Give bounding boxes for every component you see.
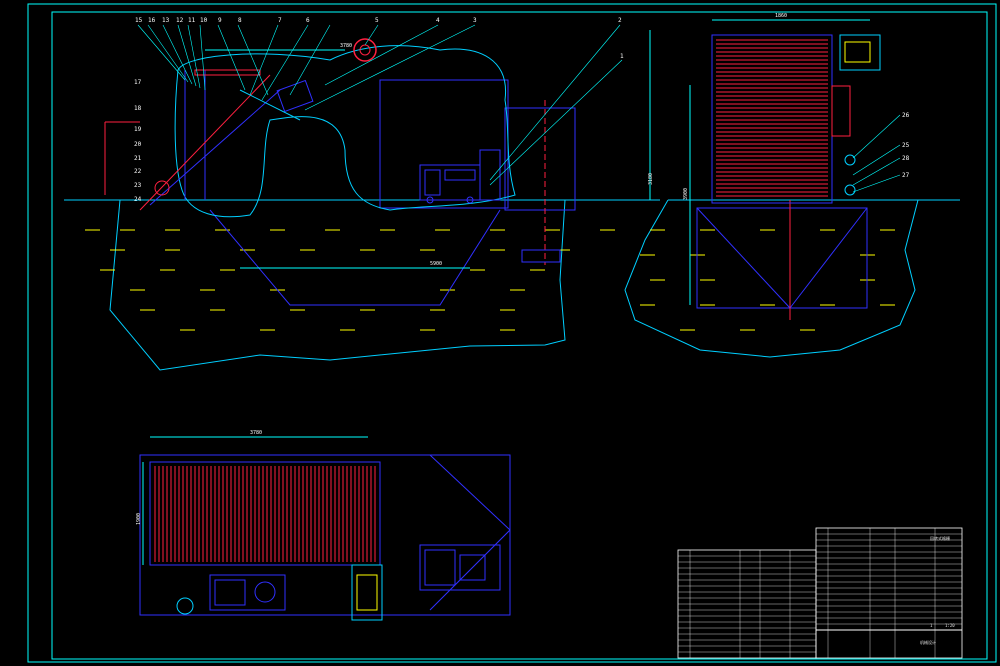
press-arm — [239, 89, 301, 121]
front-elevation-view: 3780 5900 3180 15 16 13 12 11 10 9 8 7 6… — [64, 17, 660, 371]
part-number-9: 9 — [218, 17, 222, 24]
side-elevation-view: 1860 3900 26 25 28 27 — [624, 13, 960, 358]
part-number-7: 7 — [278, 17, 282, 24]
discharge-chute — [276, 79, 314, 113]
part-number-27: 27 — [902, 172, 910, 179]
side-pit — [696, 207, 868, 309]
plan-diag-2 — [429, 529, 511, 611]
compactor-unit — [419, 149, 501, 204]
pit-outline — [209, 209, 501, 306]
part-number-11: 11 — [188, 17, 196, 24]
lower-sprocket — [154, 180, 170, 196]
building-outline — [379, 79, 509, 209]
side-channel-outline — [624, 199, 960, 358]
part-number-4: 4 — [436, 17, 440, 24]
plan-drive — [209, 574, 286, 611]
water-dashes-front — [85, 229, 615, 331]
part-number-21: 21 — [134, 155, 142, 162]
plan-screen — [149, 461, 381, 566]
side-rake-bars — [716, 39, 828, 197]
part-number-28: 28 — [902, 155, 910, 162]
leader-part-1 — [489, 59, 623, 186]
leader-lines-top — [137, 24, 621, 181]
dim-front-width: 5900 — [430, 261, 442, 267]
part-number-12: 12 — [176, 17, 184, 24]
title-block: 回转式格栅 机械设计 1:20 1 — [677, 527, 963, 659]
part-number-10: 10 — [200, 17, 208, 24]
part-number-17: 17 — [134, 79, 142, 86]
channel-outline — [64, 199, 660, 371]
dim-front-span: 3780 — [340, 43, 352, 49]
plan-diag-1 — [429, 454, 511, 531]
part-number-24: 24 — [134, 196, 142, 203]
side-drive-box — [839, 34, 881, 71]
drain-box — [521, 249, 561, 263]
inner-sheet-border — [51, 11, 988, 660]
parts-list-left-rows — [678, 550, 816, 658]
parts-list-right-rows — [816, 528, 962, 658]
part-number-26: 26 — [902, 112, 910, 119]
part-number-8: 8 — [238, 17, 242, 24]
dim-side-width: 1860 — [775, 13, 787, 19]
part-number-5: 5 — [375, 17, 379, 24]
cad-drawing: 3780 5900 3180 15 16 13 12 11 10 9 8 7 6… — [27, 3, 997, 663]
side-bearing-2 — [844, 184, 856, 196]
part-number-15: 15 — [135, 17, 143, 24]
detail-cloud — [174, 45, 516, 218]
dim-plan-depth: 1900 — [136, 513, 142, 525]
side-pit-diag-1 — [696, 207, 791, 309]
leader-lines-side — [852, 114, 901, 193]
motor-pulley-inner — [359, 44, 371, 56]
parts-list-right — [815, 527, 963, 659]
plan-view: 3780 1900 — [136, 430, 511, 621]
part-number-1: 1 — [620, 53, 624, 60]
part-number-3: 3 — [473, 17, 477, 24]
part-number-23: 23 — [134, 182, 142, 189]
part-number-13: 13 — [162, 17, 170, 24]
side-motor — [831, 85, 851, 137]
side-bearing — [844, 154, 856, 166]
building-side — [504, 107, 576, 211]
drawing-name: 回转式格栅 — [930, 535, 950, 541]
part-number-18: 18 — [134, 105, 142, 112]
side-pit-diag-2 — [789, 207, 868, 309]
sheet-value: 1 — [930, 623, 933, 628]
water-dashes-side — [640, 229, 895, 331]
plan-pulley — [176, 597, 194, 615]
part-number-16: 16 — [148, 17, 156, 24]
part-number-20: 20 — [134, 141, 142, 148]
part-number-19: 19 — [134, 126, 142, 133]
plan-rake-bars — [154, 466, 376, 562]
part-number-6: 6 — [306, 17, 310, 24]
dim-plan-width: 3780 — [250, 430, 262, 436]
scale-value: 1:20 — [945, 623, 955, 628]
part-number-2: 2 — [618, 17, 622, 24]
part-number-22: 22 — [134, 168, 142, 175]
incline-screen-2 — [149, 89, 281, 206]
dim-side-height: 3900 — [683, 188, 689, 200]
plan-hopper-inner — [356, 574, 378, 611]
dim-front-height: 3180 — [648, 173, 654, 185]
side-gearbox — [844, 41, 871, 63]
outer-sheet-border — [27, 3, 997, 663]
part-number-25: 25 — [902, 142, 910, 149]
stamp-text: 机械设计 — [920, 639, 936, 645]
